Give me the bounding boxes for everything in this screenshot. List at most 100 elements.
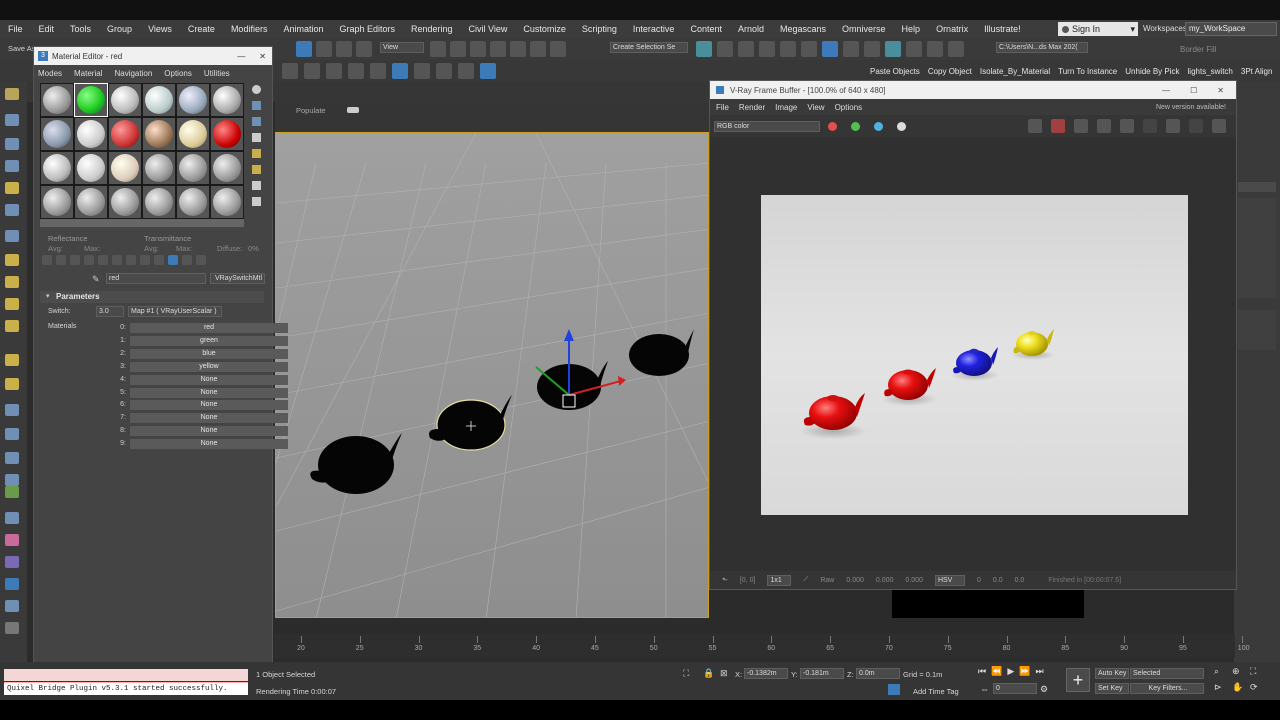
menu-help[interactable]: Help	[894, 24, 929, 34]
channel-dropdown[interactable]: RGB color	[714, 121, 820, 132]
light-bulb-icon[interactable]	[5, 354, 19, 366]
camera-icon[interactable]	[5, 204, 19, 216]
render-production-icon[interactable]	[927, 41, 943, 57]
menu-civil-view[interactable]: Civil View	[461, 24, 516, 34]
menu-ornatrix[interactable]: Ornatrix	[928, 24, 976, 34]
make-preview-icon[interactable]	[252, 165, 261, 174]
sample-slot[interactable]	[176, 117, 210, 151]
me-menu-navigation[interactable]: Navigation	[114, 69, 152, 78]
interactive-render-icon[interactable]	[1189, 119, 1203, 133]
me-menu-utilities[interactable]: Utilities	[204, 69, 230, 78]
material-slot-button[interactable]: yellow	[130, 361, 288, 372]
axis-constraint-icon[interactable]	[480, 63, 496, 79]
maxscript-listener-input[interactable]	[4, 669, 248, 681]
sample-slot[interactable]	[142, 151, 176, 185]
region-render-icon[interactable]	[1074, 119, 1088, 133]
orbit-icon[interactable]: ⟳	[1250, 682, 1268, 698]
menu-file[interactable]: File	[0, 24, 31, 34]
sample-slot[interactable]	[210, 83, 244, 117]
parameters-rollout[interactable]: ▾ Parameters	[40, 291, 264, 303]
menu-views[interactable]: Views	[140, 24, 180, 34]
red-channel-icon[interactable]	[828, 122, 837, 131]
switch-map-button[interactable]: Map #1 ( VRayUserScalar )	[128, 306, 222, 317]
time-config-icon[interactable]: ⚙	[1040, 684, 1048, 695]
material-slot-button[interactable]: None	[130, 400, 288, 411]
lock-icon[interactable]: 🔒	[703, 668, 714, 679]
me-menu-modes[interactable]: Modes	[38, 69, 62, 78]
project-path-field[interactable]: C:\Users\N...ds Max 202(	[996, 42, 1088, 53]
color-palette-icon[interactable]	[5, 534, 19, 546]
go-forward-icon[interactable]	[196, 255, 206, 265]
render-frame-icon[interactable]	[864, 41, 880, 57]
eyedropper-icon[interactable]: ✎	[92, 274, 100, 285]
z-coordinate-field[interactable]: 0.0m	[856, 668, 900, 679]
shelf-button-turn-to-instance[interactable]: Turn To Instance	[1058, 67, 1117, 76]
pointer-icon[interactable]	[5, 88, 19, 100]
sample-slot[interactable]	[142, 185, 176, 219]
link-icon[interactable]	[356, 41, 372, 57]
perspective-viewport[interactable]	[275, 132, 709, 618]
vfb-menu-file[interactable]: File	[716, 103, 729, 112]
key-filters-button[interactable]: Key Filters...	[1130, 683, 1204, 694]
freeform-icon[interactable]	[304, 63, 320, 79]
slot-scrollbar[interactable]	[40, 219, 244, 227]
menu-omniverse[interactable]: Omniverse	[834, 24, 894, 34]
menu-interactive[interactable]: Interactive	[625, 24, 683, 34]
render-active-icon[interactable]	[906, 41, 922, 57]
axis-x-icon[interactable]	[392, 63, 408, 79]
unique-material-icon[interactable]	[112, 255, 122, 265]
material-type-button[interactable]: VRaySwitchMtl	[210, 273, 265, 284]
menu-tools[interactable]: Tools	[62, 24, 99, 34]
schematic-icon[interactable]	[801, 41, 817, 57]
percent-snap-icon[interactable]	[510, 41, 526, 57]
time-tag-icon[interactable]	[888, 684, 900, 695]
material-name-field[interactable]: red	[106, 273, 206, 284]
grass-icon[interactable]	[5, 486, 19, 498]
ribbon-icon[interactable]	[282, 63, 298, 79]
tool-icon[interactable]	[5, 474, 19, 486]
select-by-material-icon[interactable]	[252, 197, 261, 206]
copy-material-icon[interactable]	[98, 255, 108, 265]
brush-icon[interactable]	[5, 428, 19, 440]
auto-key-button[interactable]: Auto Key	[1095, 668, 1129, 679]
view-dropdown[interactable]: View	[380, 42, 424, 53]
axis-y-icon[interactable]	[414, 63, 430, 79]
mirror-icon[interactable]	[696, 41, 712, 57]
menu-create[interactable]: Create	[180, 24, 223, 34]
sample-slot[interactable]	[74, 185, 108, 219]
sample-slot[interactable]	[40, 151, 74, 185]
assign-material-icon[interactable]	[70, 255, 80, 265]
sun-icon[interactable]	[5, 254, 19, 266]
put-material-icon[interactable]	[56, 255, 66, 265]
sample-slot[interactable]	[176, 185, 210, 219]
set-key-plus-button[interactable]: +	[1066, 668, 1090, 692]
pixel-picker-icon[interactable]: ⬑	[722, 576, 728, 584]
green-channel-icon[interactable]	[851, 122, 860, 131]
shelf-button-copy-object[interactable]: Copy Object	[928, 67, 972, 76]
menu-illustrate[interactable]: Illustrate!	[976, 24, 1029, 34]
clear-image-icon[interactable]	[1051, 119, 1065, 133]
zoom-all-icon[interactable]: ⊕	[1232, 666, 1250, 682]
shelf-button-3pt-align[interactable]: 3Pt Align	[1241, 67, 1273, 76]
vfb-menu-image[interactable]: Image	[775, 103, 797, 112]
blue-channel-icon[interactable]	[874, 122, 883, 131]
material-slot-button[interactable]: None	[130, 374, 288, 385]
go-to-start-icon[interactable]: ⏮	[978, 666, 986, 677]
script-icon[interactable]	[5, 600, 19, 612]
save-image-icon[interactable]	[1028, 119, 1042, 133]
help-icon[interactable]	[5, 622, 19, 634]
vfb-menu-options[interactable]: Options	[835, 103, 863, 112]
sample-slot[interactable]	[74, 117, 108, 151]
zoom-icon[interactable]: ⌕	[1214, 666, 1232, 682]
menu-customize[interactable]: Customize	[515, 24, 574, 34]
minimize-icon[interactable]: —	[1162, 86, 1170, 95]
sample-slot[interactable]	[210, 151, 244, 185]
rotate-icon[interactable]	[316, 41, 332, 57]
go-to-parent-icon[interactable]	[182, 255, 192, 265]
target-icon[interactable]	[5, 378, 19, 390]
globe-icon[interactable]	[5, 512, 19, 524]
menu-megascans[interactable]: Megascans	[772, 24, 834, 34]
maximize-icon[interactable]: ☐	[1190, 86, 1197, 95]
sample-slot[interactable]	[108, 151, 142, 185]
particles-icon[interactable]	[5, 404, 19, 416]
